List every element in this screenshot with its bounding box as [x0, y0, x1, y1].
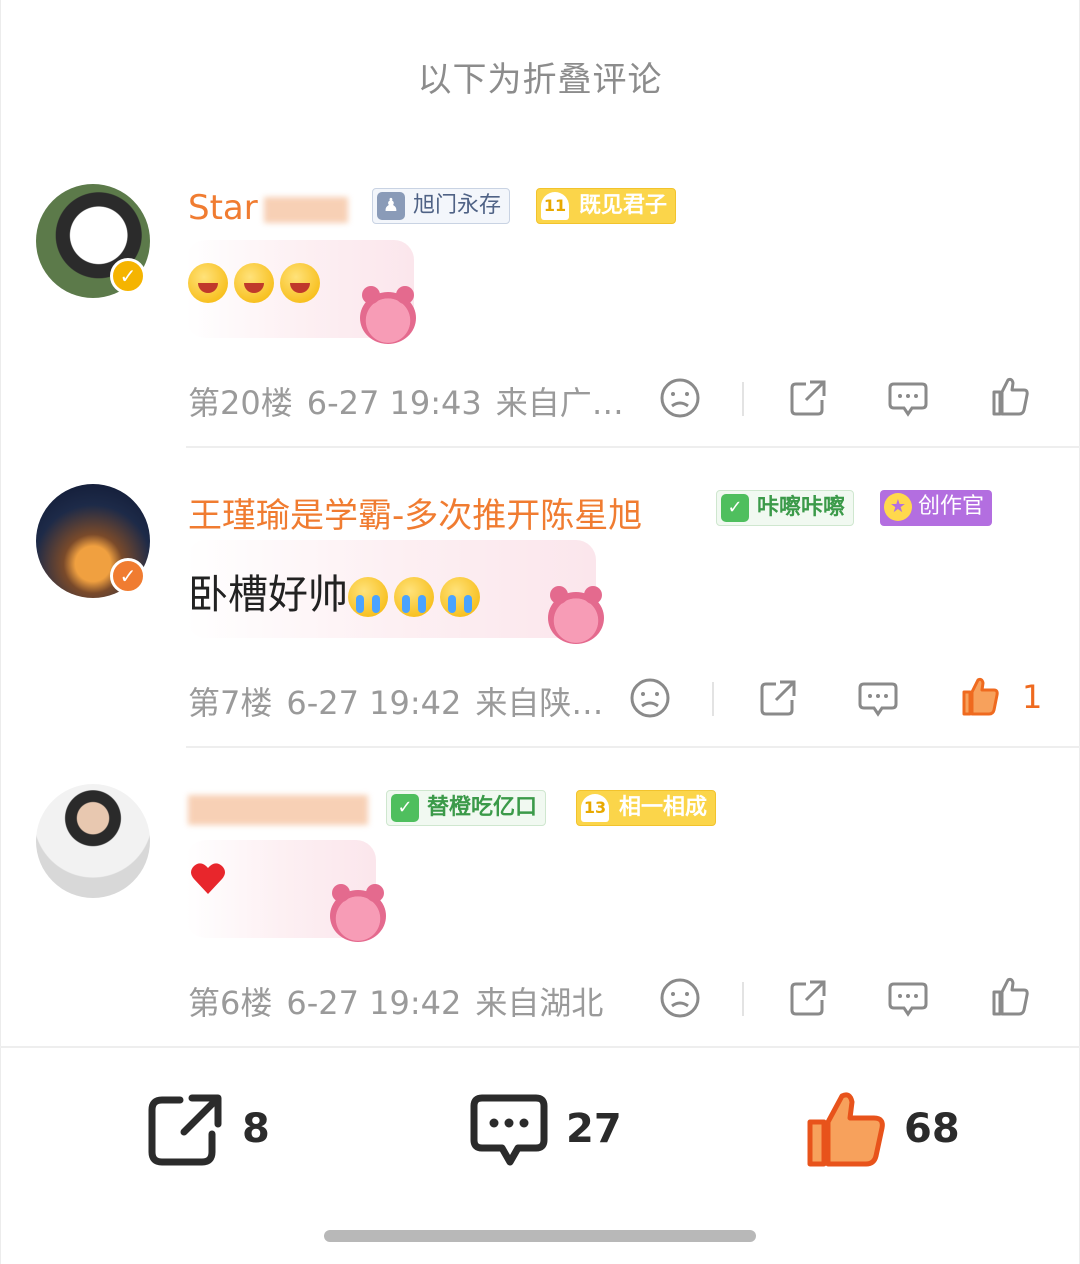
- comment-content: [188, 258, 326, 304]
- action-divider: [742, 982, 744, 1016]
- emoji-laugh-icon: [280, 263, 320, 303]
- level-badge-icon: 11: [541, 192, 569, 220]
- like-icon: [807, 1092, 885, 1167]
- blurred-name-part: [263, 196, 348, 223]
- level-badge-icon: 13: [581, 794, 609, 822]
- dislike-face-icon[interactable]: [658, 376, 702, 420]
- bear-decoration-icon: [360, 286, 416, 344]
- comment-divider: [186, 446, 1080, 448]
- floor-number: 第6楼: [188, 984, 273, 1022]
- dislike-face-icon[interactable]: [628, 676, 672, 720]
- left-edge: [0, 0, 1, 1264]
- repost-button[interactable]: 8: [146, 1090, 276, 1170]
- share-icon[interactable]: [786, 376, 830, 420]
- comment-content: [188, 858, 228, 908]
- comment-time: 6-27 19:43: [306, 384, 482, 422]
- level-tag[interactable]: 11 既见君子: [536, 188, 677, 224]
- like-thumb-active-icon[interactable]: [958, 674, 1002, 718]
- emoji-wink-icon: [188, 263, 228, 303]
- calendar-check-icon: ✓: [721, 494, 749, 522]
- dislike-face-icon[interactable]: [658, 976, 702, 1020]
- calendar-check-icon: ✓: [391, 794, 419, 822]
- like-button[interactable]: 68: [806, 1090, 966, 1170]
- fan-tag[interactable]: ✓ 替橙吃亿口: [386, 790, 547, 826]
- blurred-name-part: [188, 794, 368, 825]
- like-count: 68: [904, 1106, 960, 1152]
- reply-icon[interactable]: [856, 676, 900, 720]
- reply-icon[interactable]: [886, 976, 930, 1020]
- floor-number: 第20楼: [188, 384, 293, 422]
- level-tag-label: 既见君子: [579, 193, 668, 218]
- action-divider: [712, 682, 714, 716]
- floor-number: 第7楼: [188, 684, 273, 722]
- verified-badge-icon: ✓: [110, 558, 146, 594]
- username[interactable]: [188, 788, 368, 828]
- bottom-bar-divider: [0, 1046, 1080, 1048]
- fan-tag[interactable]: ♟ 旭门永存: [372, 188, 511, 224]
- comment-divider: [186, 746, 1080, 748]
- reply-icon[interactable]: [886, 376, 930, 420]
- level-tag[interactable]: 13 相一相成: [576, 790, 717, 826]
- like-thumb-icon[interactable]: [988, 374, 1032, 418]
- comment-button[interactable]: 27: [470, 1090, 622, 1170]
- comment-text: 卧槽好帅: [188, 572, 348, 618]
- bear-decoration-icon: [330, 884, 386, 942]
- folded-comments-page: 以下为折叠评论 ✓ Star ♟ 旭门永存 11 既见君子 第20楼 6-27 19:…: [0, 0, 1080, 1264]
- like-count: 1: [1022, 678, 1043, 716]
- emoji-cry-icon: [440, 577, 480, 617]
- fan-tag[interactable]: ✓ 咔嚓咔嚓: [716, 490, 855, 526]
- comment-time: 6-27 19:42: [286, 684, 462, 722]
- creator-tag[interactable]: ★ 创作官: [880, 490, 993, 526]
- action-divider: [742, 382, 744, 416]
- emoji-cry-icon: [348, 577, 388, 617]
- comment-time: 6-27 19:42: [286, 984, 462, 1022]
- comment-icon: [470, 1094, 548, 1166]
- comment-location: 来自陕…: [475, 684, 604, 722]
- repost-icon: [148, 1094, 222, 1166]
- share-icon[interactable]: [756, 676, 800, 720]
- like-thumb-icon[interactable]: [988, 974, 1032, 1018]
- fan-badge-icon: ♟: [377, 192, 405, 220]
- comment-location: 来自广…: [495, 384, 624, 422]
- username-text: Star: [188, 188, 258, 228]
- fan-tag-label: 咔嚓咔嚓: [757, 495, 846, 520]
- level-tag-label: 相一相成: [619, 795, 708, 820]
- repost-count: 8: [242, 1106, 270, 1152]
- creator-tag-label: 创作官: [918, 494, 985, 519]
- creator-badge-icon: ★: [884, 493, 912, 521]
- fan-tag-label: 替橙吃亿口: [427, 795, 538, 820]
- comment-location: 来自湖北: [475, 984, 604, 1022]
- comment-meta: 第6楼 6-27 19:42 来自湖北: [188, 978, 617, 1024]
- username[interactable]: 王瑾瑜是学霸-多次推开陈星旭: [188, 488, 642, 537]
- comment-content: 卧槽好帅: [188, 562, 486, 620]
- comment-meta: 第20楼 6-27 19:43 来自广…: [188, 378, 638, 424]
- comment-meta: 第7楼 6-27 19:42 来自陕…: [188, 678, 617, 724]
- comment-count: 27: [566, 1106, 622, 1152]
- heart-emoji-icon: [188, 858, 228, 898]
- share-icon[interactable]: [786, 976, 830, 1020]
- bear-decoration-icon: [548, 586, 604, 644]
- fan-tag-label: 旭门永存: [413, 193, 502, 218]
- emoji-laugh-icon: [234, 263, 274, 303]
- folded-comments-title: 以下为折叠评论: [417, 60, 663, 100]
- verified-badge-icon: ✓: [110, 258, 146, 294]
- home-indicator[interactable]: [324, 1230, 756, 1242]
- emoji-cry-icon: [394, 577, 434, 617]
- username[interactable]: Star: [188, 188, 348, 228]
- avatar[interactable]: [36, 784, 150, 898]
